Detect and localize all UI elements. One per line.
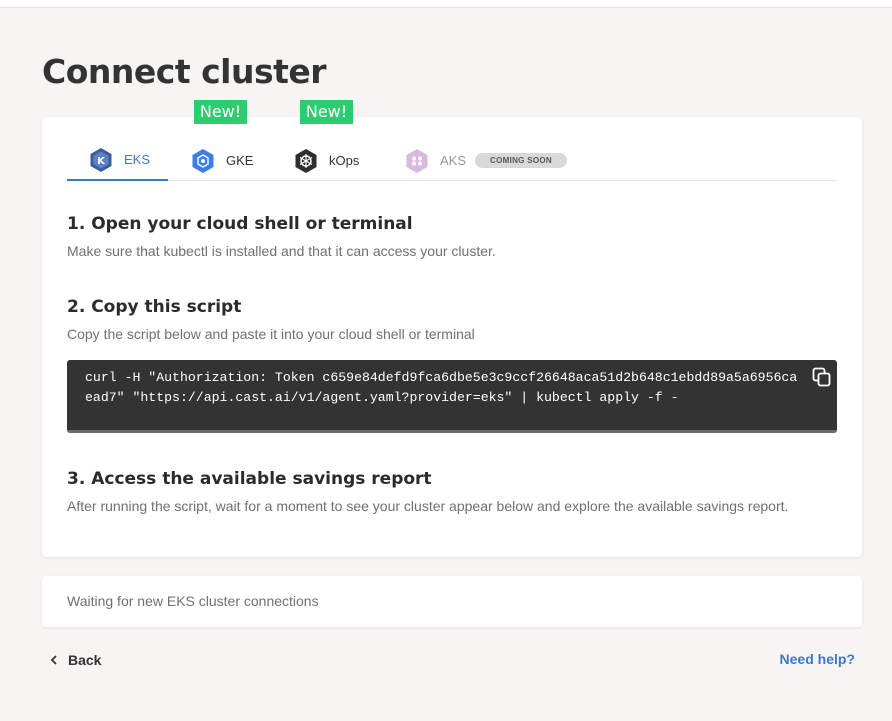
step-2-description: Copy the script below and paste it into … bbox=[67, 326, 475, 342]
back-button-label: Back bbox=[68, 652, 102, 668]
page-title: Connect cluster bbox=[42, 52, 327, 91]
coming-soon-badge: COMING SOON bbox=[475, 153, 567, 168]
gke-logo-icon bbox=[192, 148, 214, 173]
top-bar bbox=[0, 0, 892, 8]
copy-icon[interactable] bbox=[811, 366, 833, 388]
aks-logo-icon bbox=[406, 148, 428, 173]
tab-eks-label: EKS bbox=[124, 152, 151, 167]
tab-aks-label: AKS bbox=[440, 153, 467, 168]
kops-new-badge: New! bbox=[300, 100, 353, 124]
chevron-left-icon bbox=[50, 655, 57, 665]
step-3-title: 3. Access the available savings report bbox=[67, 469, 432, 489]
tab-eks[interactable]: K EKS bbox=[67, 140, 168, 181]
tab-gke-label: GKE bbox=[226, 153, 254, 168]
script-code[interactable]: curl -H "Authorization: Token c659e84def… bbox=[85, 368, 800, 408]
script-code-box[interactable]: curl -H "Authorization: Token c659e84def… bbox=[67, 360, 837, 433]
tab-gke[interactable]: GKE bbox=[191, 140, 253, 181]
need-help-link[interactable]: Need help? bbox=[780, 651, 855, 667]
svg-text:K: K bbox=[97, 156, 106, 167]
step-1-title: 1. Open your cloud shell or terminal bbox=[67, 214, 413, 234]
step-3-description: After running the script, wait for a mom… bbox=[67, 498, 789, 514]
tab-aks: AKS COMING SOON bbox=[405, 140, 567, 181]
waiting-status-text: Waiting for new EKS cluster connections bbox=[67, 593, 319, 609]
step-2-title: 2. Copy this script bbox=[67, 297, 242, 317]
tab-kops-label: kOps bbox=[329, 153, 360, 168]
tab-kops[interactable]: kOps bbox=[294, 140, 359, 181]
kops-logo-icon bbox=[295, 148, 317, 173]
provider-tabs: K EKS GKE kOps AKS COMING SOON bbox=[67, 140, 837, 181]
back-button[interactable]: Back bbox=[49, 650, 101, 670]
step-1-description: Make sure that kubectl is installed and … bbox=[67, 243, 496, 259]
eks-logo-icon: K bbox=[90, 147, 112, 172]
waiting-status-card: Waiting for new EKS cluster connections bbox=[42, 576, 862, 627]
gke-new-badge: New! bbox=[194, 100, 247, 124]
